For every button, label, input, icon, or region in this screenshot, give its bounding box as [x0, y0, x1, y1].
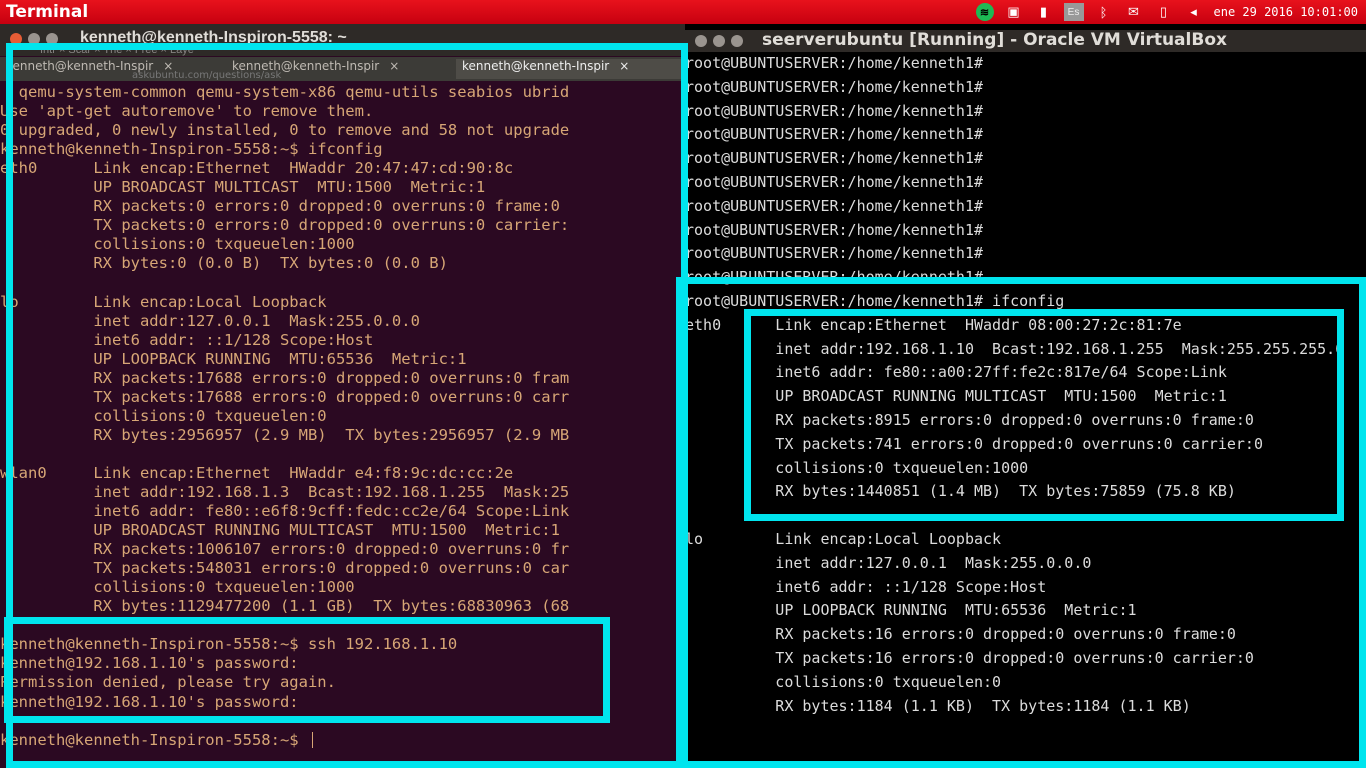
terminal-line: 0 upgraded, 0 newly installed, 0 to remo… [0, 121, 570, 140]
vm-console-line: inet addr:127.0.0.1 Mask:255.0.0.0 [685, 553, 1092, 572]
battery-icon[interactable]: ▯ [1154, 2, 1174, 22]
terminal-line: kenneth@kenneth-Inspiron-5558:~$ ssh 192… [0, 635, 458, 654]
vm-console-line: RX bytes:1184 (1.1 KB) TX bytes:1184 (1.… [685, 696, 1191, 715]
clock[interactable]: ene 29 2016 10:01:00 [1214, 5, 1359, 19]
vm-console-line: RX packets:8915 errors:0 dropped:0 overr… [685, 411, 1254, 429]
vm-console-line: root@UBUNTUSERVER:/home/kenneth1# ifconf… [685, 292, 1065, 310]
image-viewer-icon[interactable]: ▣ [1004, 2, 1024, 22]
vm-console-line: TX packets:16 errors:0 dropped:0 overrun… [685, 649, 1254, 667]
terminal-line: collisions:0 txqueuelen:1000 [0, 235, 355, 254]
close-icon[interactable] [695, 35, 707, 47]
keyboard-layout-icon[interactable]: Es [1063, 3, 1084, 21]
vm-console-line: inet6 addr: ::1/128 Scope:Host [685, 577, 1047, 596]
terminal-line: RX packets:0 errors:0 dropped:0 overruns… [0, 197, 560, 216]
vm-console-line: root@UBUNTUSERVER:/home/kenneth1# [685, 149, 984, 168]
vm-console-line: root@UBUNTUSERVER:/home/kenneth1# [685, 268, 984, 287]
terminal-line: Permission denied, please try again. [0, 673, 336, 692]
vm-console-line: RX packets:16 errors:0 dropped:0 overrun… [685, 625, 1236, 644]
terminal-line: UP LOOPBACK RUNNING MTU:65536 Metric:1 [0, 349, 467, 368]
terminal-line: inet addr:192.168.1.3 Bcast:192.168.1.25… [0, 482, 570, 501]
text-cursor [311, 732, 313, 749]
bluetooth-icon[interactable]: ᛒ [1094, 2, 1114, 22]
terminal-line: kenneth@192.168.1.10's password: [0, 692, 299, 711]
terminal-line: RX bytes:1129477200 (1.1 GB) TX bytes:68… [0, 597, 570, 616]
vm-console-line: root@UBUNTUSERVER:/home/kenneth1# [685, 244, 984, 263]
terminal-output[interactable]: qemu-system-common qemu-system-x86 qemu-… [0, 81, 685, 768]
terminal-line: RX packets:17688 errors:0 dropped:0 over… [0, 368, 570, 387]
background-url-text: askubuntu.com/questions/ask [132, 70, 282, 81]
terminal-tab-bar: kenneth@kenneth-Inspir × kenneth@kenneth-… [0, 57, 685, 81]
spotify-icon[interactable]: ≋ [975, 3, 994, 21]
vm-console-line: root@UBUNTUSERVER:/home/kenneth1# [685, 196, 984, 215]
close-tab-icon[interactable]: × [389, 59, 399, 73]
terminal-titlebar[interactable]: kenneth@kenneth-Inspiron-5558: ~ Intr × … [0, 24, 685, 56]
top-panel: Terminal ≋ ▣ ▮ Es ᛒ ✉ ▯ ◂ ene 29 2016 10… [0, 0, 1366, 24]
vm-console-line: root@UBUNTUSERVER:/home/kenneth1# [685, 77, 984, 96]
vm-console-line: UP BROADCAST RUNNING MULTICAST MTU:1500 … [685, 387, 1227, 406]
vm-console-line: collisions:0 txqueuelen:1000 [685, 458, 1029, 477]
signal-icon[interactable]: ▮ [1034, 2, 1054, 22]
virtualbox-titlebar[interactable]: seerverubuntu [Running] - Oracle VM Virt… [685, 30, 1366, 52]
terminal-line: TX packets:548031 errors:0 dropped:0 ove… [0, 559, 570, 578]
terminal-line: wlan0 Link encap:Ethernet HWaddr e4:f8:9… [0, 463, 514, 482]
volume-icon[interactable]: ◂ [1184, 2, 1204, 22]
terminal-line: kenneth@kenneth-Inspiron-5558:~$ [0, 731, 685, 750]
terminal-line: kenneth@192.168.1.10's password: [0, 654, 299, 673]
terminal-line: UP BROADCAST MULTICAST MTU:1500 Metric:1 [0, 178, 486, 197]
terminal-line: RX bytes:2956957 (2.9 MB) TX bytes:29569… [0, 425, 570, 444]
close-tab-icon[interactable]: × [619, 59, 629, 73]
app-title: Terminal [6, 2, 89, 22]
vm-console-line: collisions:0 txqueuelen:0 [685, 672, 1002, 691]
vm-console-line: root@UBUNTUSERVER:/home/kenneth1# [685, 101, 984, 120]
system-tray: ≋ ▣ ▮ Es ᛒ ✉ ▯ ◂ ene 29 2016 10:01:00 [975, 0, 1359, 24]
close-icon[interactable] [10, 33, 22, 45]
terminal-line: qemu-system-common qemu-system-x86 qemu-… [0, 83, 570, 101]
terminal-line: UP BROADCAST RUNNING MULTICAST MTU:1500 … [0, 521, 560, 540]
vm-console-line: lo Link encap:Local Loopback [685, 530, 1002, 548]
terminal-line: TX packets:0 errors:0 dropped:0 overruns… [0, 216, 570, 235]
virtualbox-title: seerverubuntu [Running] - Oracle VM Virt… [762, 30, 1227, 50]
vm-console-line: eth0 Link encap:Ethernet HWaddr 08:00:27… [685, 315, 1182, 334]
terminal-window[interactable]: kenneth@kenneth-Inspiron-5558: ~ Intr × … [0, 24, 685, 768]
vm-console-line: inet6 addr: fe80::a00:27ff:fe2c:817e/64 … [685, 363, 1227, 382]
terminal-line: lo Link encap:Local Loopback [0, 292, 327, 311]
minimize-icon[interactable] [713, 35, 725, 47]
terminal-line: inet6 addr: ::1/128 Scope:Host [0, 330, 374, 349]
terminal-line: inet6 addr: fe80::e6f8:9cff:fedc:cc2e/64… [0, 502, 570, 521]
maximize-icon[interactable] [731, 35, 743, 47]
terminal-line: Use 'apt-get autoremove' to remove them. [0, 102, 374, 121]
terminal-line: kenneth@kenneth-Inspiron-5558:~$ ifconfi… [0, 140, 383, 159]
vm-console-line: TX packets:741 errors:0 dropped:0 overru… [685, 434, 1263, 453]
minimize-icon[interactable] [28, 33, 40, 45]
tab-label: kenneth@kenneth-Inspir [462, 59, 610, 73]
terminal-line: inet addr:127.0.0.1 Mask:255.0.0.0 [0, 311, 420, 330]
vm-console-line: root@UBUNTUSERVER:/home/kenneth1# [685, 220, 984, 239]
virtualbox-window[interactable]: seerverubuntu [Running] - Oracle VM Virt… [685, 30, 1366, 768]
terminal-line: RX packets:1006107 errors:0 dropped:0 ov… [0, 540, 570, 559]
vm-console-line: inet addr:192.168.1.10 Bcast:192.168.1.2… [685, 339, 1345, 358]
vm-console-line: root@UBUNTUSERVER:/home/kenneth1# [685, 54, 984, 72]
mail-icon[interactable]: ✉ [1124, 2, 1144, 22]
vm-console-line: RX bytes:1440851 (1.4 MB) TX bytes:75859… [685, 482, 1236, 501]
terminal-tab-3[interactable]: kenneth@kenneth-Inspir × [456, 59, 682, 79]
terminal-line: RX bytes:0 (0.0 B) TX bytes:0 (0.0 B) [0, 254, 448, 273]
terminal-line: collisions:0 txqueuelen:1000 [0, 578, 355, 597]
background-browser-tabs: Intr × Scar × The × Free × Laye [40, 44, 194, 56]
terminal-line: collisions:0 txqueuelen:0 [0, 406, 327, 425]
vm-console-line: root@UBUNTUSERVER:/home/kenneth1# [685, 125, 984, 144]
terminal-line: eth0 Link encap:Ethernet HWaddr 20:47:47… [0, 159, 514, 178]
vm-console-line: root@UBUNTUSERVER:/home/kenneth1# [685, 173, 984, 191]
terminal-line: TX packets:17688 errors:0 dropped:0 over… [0, 387, 570, 406]
vm-console-line: UP LOOPBACK RUNNING MTU:65536 Metric:1 [685, 601, 1137, 620]
